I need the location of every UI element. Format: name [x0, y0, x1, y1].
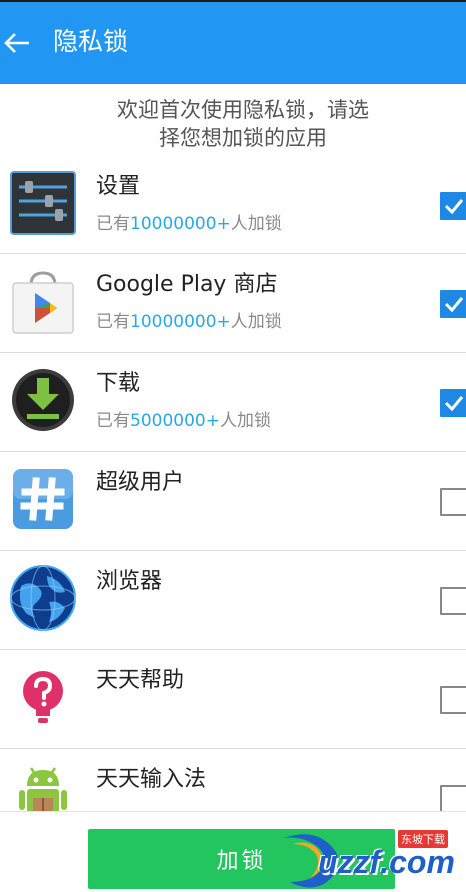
list-item[interactable]: 天天帮助: [0, 650, 466, 749]
superuser-hash-icon: [9, 465, 77, 533]
lock-checkbox[interactable]: [440, 290, 466, 318]
app-name: 超级用户: [96, 470, 185, 495]
app-bar: 隐私锁: [0, 2, 466, 84]
check-icon: [444, 297, 464, 313]
lock-count: 已有5000000+人加锁: [96, 411, 271, 431]
lock-checkbox[interactable]: [440, 192, 466, 220]
android-input-icon: [9, 762, 77, 811]
list-item[interactable]: 超级用户: [0, 452, 466, 551]
intro-text: 欢迎首次使用隐私锁，请选 择您想加锁的应用: [60, 96, 426, 152]
check-icon: [444, 396, 464, 412]
download-icon: [9, 366, 77, 434]
intro-line-1: 欢迎首次使用隐私锁，请选: [117, 98, 369, 122]
lock-checkbox[interactable]: [440, 785, 466, 811]
settings-icon: [9, 169, 77, 237]
app-name: 天天帮助: [96, 668, 185, 693]
lock-checkbox[interactable]: [440, 389, 466, 417]
play-store-icon: [9, 267, 77, 335]
list-item[interactable]: Google Play 商店 已有10000000+人加锁: [0, 254, 466, 353]
lock-checkbox[interactable]: [440, 686, 466, 714]
app-name: 下载: [96, 371, 141, 396]
lock-count: 已有10000000+人加锁: [96, 312, 282, 332]
lock-count: 已有10000000+人加锁: [96, 214, 282, 234]
list-item[interactable]: 浏览器: [0, 551, 466, 650]
back-arrow-icon[interactable]: [2, 28, 32, 58]
bottom-bar: 加锁 东坡下载 uzzf.com: [0, 811, 466, 892]
app-list: 设置 已有10000000+人加锁 Google Play 商店 已有10000…: [0, 156, 466, 811]
lock-checkbox[interactable]: [440, 488, 466, 516]
watermark-logo: 东坡下载 uzzf.com: [278, 822, 466, 892]
app-name: Google Play 商店: [96, 272, 278, 297]
app-name: 天天输入法: [96, 767, 207, 792]
app-name: 设置: [96, 174, 141, 199]
list-item[interactable]: 下载 已有5000000+人加锁: [0, 353, 466, 452]
help-bulb-icon: [9, 663, 77, 731]
intro-line-2: 择您想加锁的应用: [159, 126, 327, 150]
lock-checkbox[interactable]: [440, 587, 466, 615]
app-name: 浏览器: [96, 569, 163, 594]
page-title: 隐私锁: [53, 27, 129, 56]
check-icon: [444, 199, 464, 215]
list-item[interactable]: 天天输入法: [0, 749, 466, 811]
list-item[interactable]: 设置 已有10000000+人加锁: [0, 156, 466, 254]
browser-globe-icon: [9, 564, 77, 632]
